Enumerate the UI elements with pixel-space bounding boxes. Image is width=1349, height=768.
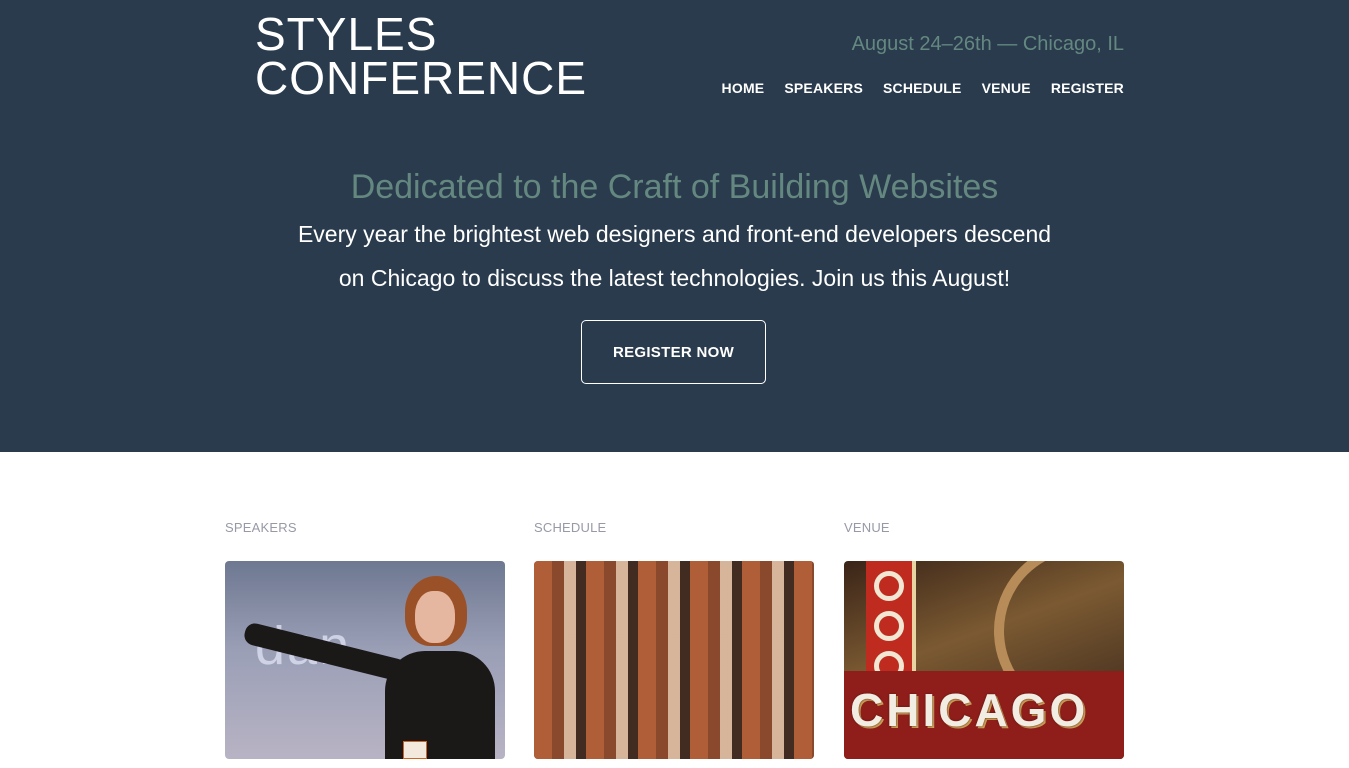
hero-lead: Every year the brightest web designers a… xyxy=(297,221,1052,291)
nav-venue-link[interactable]: VENUE xyxy=(982,80,1031,96)
nav-register-link[interactable]: REGISTER xyxy=(1051,80,1124,96)
sign-letter-ring xyxy=(874,611,904,641)
speaker-body xyxy=(385,651,495,759)
teaser-title-schedule[interactable]: SCHEDULE xyxy=(534,520,814,535)
hero-headline: Dedicated to the Craft of Building Websi… xyxy=(350,168,999,206)
speaker-face xyxy=(415,591,455,643)
teaser-title-venue[interactable]: VENUE xyxy=(844,520,1124,535)
schedule-teaser: SCHEDULE xyxy=(534,520,814,759)
primary-nav: HOME SPEAKERS SCHEDULE VENUE REGISTER xyxy=(722,80,1124,96)
audience-row xyxy=(534,601,814,641)
logo-line-2: CONFERENCE xyxy=(255,52,588,104)
audience-row xyxy=(534,561,814,601)
schedule-photo[interactable] xyxy=(534,561,814,759)
nav-home-link[interactable]: HOME xyxy=(722,80,765,96)
speaker-badge xyxy=(403,741,427,759)
hero-header: STYLES CONFERENCE August 24–26th — Chica… xyxy=(0,0,1349,452)
speakers-photo[interactable]: dan xyxy=(225,561,505,759)
nav-speakers-link[interactable]: SPEAKERS xyxy=(784,80,863,96)
chicago-sign-text: CHICAGO xyxy=(850,684,1089,736)
audience-row xyxy=(534,681,814,721)
venue-photo[interactable]: CHICAGO xyxy=(844,561,1124,759)
site-logo[interactable]: STYLES CONFERENCE xyxy=(255,8,588,104)
speakers-teaser: SPEAKERS dan xyxy=(225,520,505,759)
register-now-button[interactable]: REGISTER NOW xyxy=(581,320,766,384)
venue-teaser: VENUE CHICAGO xyxy=(844,520,1124,759)
sign-letter-ring xyxy=(874,571,904,601)
logo-line-1: STYLES xyxy=(255,8,438,60)
audience-row xyxy=(534,721,814,759)
teaser-title-speakers[interactable]: SPEAKERS xyxy=(225,520,505,535)
event-tagline: August 24–26th — Chicago, IL xyxy=(851,33,1124,55)
audience-row xyxy=(534,641,814,681)
nav-schedule-link[interactable]: SCHEDULE xyxy=(883,80,962,96)
teasers-section: SPEAKERS dan SCHEDULE VENUE xyxy=(0,452,1349,768)
